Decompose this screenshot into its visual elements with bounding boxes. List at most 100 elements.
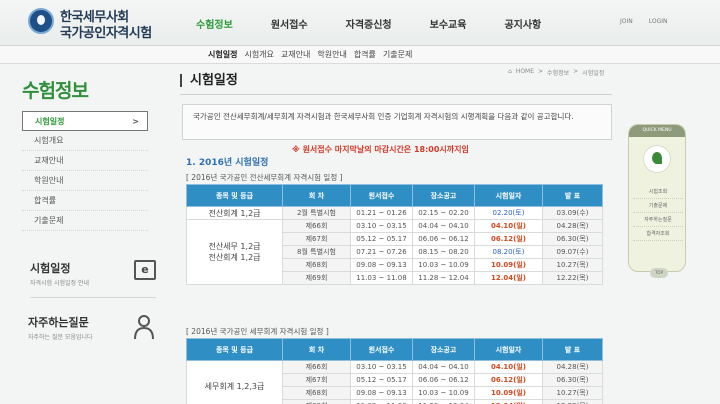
result-date-cell: 10.27(목) xyxy=(542,386,603,400)
breadcrumb-separator: > xyxy=(573,68,579,75)
scroll-top-button[interactable]: TOP xyxy=(650,268,668,278)
result-date-cell: 09.07(수) xyxy=(542,245,603,259)
nav-certificate[interactable]: 자격증신청 xyxy=(346,16,392,31)
util-links: JOIN LOGIN xyxy=(620,18,668,25)
table1-caption: [ 2016년 국가공인 전산세무회계 자격시험 일정 ] xyxy=(186,173,343,182)
nav-education[interactable]: 보수교육 xyxy=(430,16,467,31)
exam-category-cell: 세무회계 1,2,3급 xyxy=(186,360,283,404)
person-icon xyxy=(134,315,154,340)
column-header: 회 차 xyxy=(282,184,351,207)
venue-notice-cell: 06.06 ~ 06.12 xyxy=(412,373,475,387)
application-period-cell: 09.08 ~ 09.13 xyxy=(350,386,413,400)
exam-date-cell: 08.20(토) xyxy=(474,245,543,259)
subnav-pass-rate[interactable]: 합격률 xyxy=(354,49,376,60)
column-header: 회 차 xyxy=(282,338,351,361)
e-document-icon: e xyxy=(134,260,156,280)
result-date-cell: 04.28(목) xyxy=(542,360,603,374)
column-header: 종목 및 등급 xyxy=(186,184,283,207)
round-cell: 제69회 xyxy=(282,399,351,404)
venue-notice-cell: 06.06 ~ 06.12 xyxy=(412,232,475,246)
column-header: 발 표 xyxy=(542,184,603,207)
result-date-cell: 12.22(목) xyxy=(542,271,603,285)
result-date-cell: 06.30(목) xyxy=(542,232,603,246)
result-date-cell: 06.30(목) xyxy=(542,373,603,387)
deadline-warning: ※ 원서접수 마지막날의 마감시간은 18:00시까지임 xyxy=(292,145,469,154)
quick-link-past-exams[interactable]: 기출문제 xyxy=(633,199,683,213)
subnav-schedule[interactable]: 시험일정 xyxy=(208,49,237,60)
sidebar-title: 수험정보 xyxy=(22,80,89,102)
quick-menu-header: QUICK MENU xyxy=(629,125,685,137)
sidebar-menu: 시험일정 > 시험개요 교재안내 학원안내 합격률 기출문제 xyxy=(22,111,148,231)
round-cell: 2월 특별시험 xyxy=(282,206,351,220)
quick-link-faq[interactable]: 자주하는질문 xyxy=(633,213,683,227)
round-cell: 제68회 xyxy=(282,386,351,400)
breadcrumb-home[interactable]: HOME xyxy=(516,68,534,77)
quick-link-exam-lookup[interactable]: 시험조회 xyxy=(633,185,683,199)
exam-category-cell: 전산회계 1,2급 xyxy=(186,206,283,220)
subnav-overview[interactable]: 시험개요 xyxy=(244,49,273,60)
schedule-shortcut[interactable]: 시험일정 자격시험 시험일정 안내 e xyxy=(30,260,156,298)
nav-notice[interactable]: 공지사항 xyxy=(504,16,541,31)
schedule-table-computerized: 종목 및 등급 회 차 원서접수 장소공고 시험일자 발 표 전산회계 1,2급 2월 특별시… xyxy=(186,184,603,285)
round-cell: 제67회 xyxy=(282,232,351,246)
nav-exam-info[interactable]: 수험정보 xyxy=(196,16,233,31)
subnav-textbooks[interactable]: 교재안내 xyxy=(281,49,310,60)
venue-notice-cell: 02.15 ~ 02.20 xyxy=(412,206,475,220)
venue-notice-cell: 04.04 ~ 04.10 xyxy=(412,360,475,374)
table2-caption: [ 2016년 국가공인 세무회계 자격시험 일정 ] xyxy=(186,327,329,336)
column-header: 발 표 xyxy=(542,338,603,361)
sidebar-item-academies[interactable]: 학원안내 xyxy=(22,171,148,191)
breadcrumb: ⌂ HOME > 수험정보 > 시험일정 xyxy=(508,68,604,77)
schedule-table-tax-accounting: 종목 및 등급 회 차 원서접수 장소공고 시험일자 발 표 세무회계 1,2,3급 제66회… xyxy=(186,338,603,404)
table-row: 전산세무 1,2급 전산회계 1,2급 제66회 03.10 ~ 03.15 04.04… xyxy=(186,219,603,285)
column-header: 시험일자 xyxy=(474,338,543,361)
venue-notice-cell: 11.28 ~ 12.04 xyxy=(412,271,475,285)
sidebar-item-past-exams[interactable]: 기출문제 xyxy=(22,211,148,231)
leaf-mascot-icon xyxy=(643,145,671,173)
logo-subtitle[interactable]: 국가공인자격시험 xyxy=(60,22,152,41)
exam-date-cell: 12.04(일) xyxy=(474,271,543,285)
table-row: 세무회계 1,2,3급 제66회 03.10 ~ 03.15 04.04 ~ 04.1… xyxy=(186,360,603,404)
table-header-row: 종목 및 등급 회 차 원서접수 장소공고 시험일자 발 표 xyxy=(186,338,603,361)
sub-nav: 시험일정 시험개요 교재안내 학원안내 합격률 기출문제 xyxy=(0,46,720,64)
subnav-academies[interactable]: 학원안내 xyxy=(317,49,346,60)
nav-application[interactable]: 원서접수 xyxy=(271,16,308,31)
exam-date-cell: 10.09(일) xyxy=(474,258,543,272)
sidebar-item-schedule[interactable]: 시험일정 > xyxy=(22,111,148,131)
result-date-cell: 12.22(목) xyxy=(542,399,603,404)
application-period-cell: 01.21 ~ 01.26 xyxy=(350,206,413,220)
venue-notice-cell: 08.15 ~ 08.20 xyxy=(412,245,475,259)
sidebar-item-label: 교재안내 xyxy=(34,156,64,165)
join-link[interactable]: JOIN xyxy=(620,18,633,25)
announcement-box: 국가공인 전산세무회계/세무회계 자격시험과 한국세무사회 인증 기업회계 자격… xyxy=(182,104,612,140)
exam-date-cell: 10.09(일) xyxy=(474,386,543,400)
faq-shortcut[interactable]: 자주하는질문 자주하는 질문 모음입니다 xyxy=(28,314,158,354)
application-period-cell: 11.03 ~ 11.08 xyxy=(350,399,413,404)
breadcrumb-exam-info[interactable]: 수험정보 xyxy=(547,68,569,77)
subnav-past-exams[interactable]: 기출문제 xyxy=(383,49,412,60)
result-date-cell: 10.27(목) xyxy=(542,258,603,272)
sidebar-item-overview[interactable]: 시험개요 xyxy=(22,131,148,151)
round-cell: 제69회 xyxy=(282,271,351,285)
column-header: 원서접수 xyxy=(350,184,413,207)
round-cell: 8월 특별시험 xyxy=(282,245,351,259)
sidebar-item-pass-rate[interactable]: 합격률 xyxy=(22,191,148,211)
round-cell: 제66회 xyxy=(282,360,351,374)
sidebar-item-label: 학원안내 xyxy=(34,176,64,185)
quick-menu: QUICK MENU 시험조회 기출문제 자주하는질문 합격자조회 xyxy=(628,124,686,272)
table-header-row: 종목 및 등급 회 차 원서접수 장소공고 시험일자 발 표 xyxy=(186,184,603,207)
exam-date-cell: 12.04(일) xyxy=(474,399,543,404)
exam-date-cell: 04.10(일) xyxy=(474,360,543,374)
sidebar-item-label: 합격률 xyxy=(34,196,57,205)
column-header: 시험일자 xyxy=(474,184,543,207)
exam-date-cell: 06.12(일) xyxy=(474,373,543,387)
venue-notice-cell: 10.03 ~ 10.09 xyxy=(412,258,475,272)
sidebar-item-textbooks[interactable]: 교재안내 xyxy=(22,151,148,171)
venue-notice-cell: 10.03 ~ 10.09 xyxy=(412,386,475,400)
home-icon[interactable]: ⌂ xyxy=(508,68,512,77)
result-date-cell: 04.28(목) xyxy=(542,219,603,233)
quick-link-pass-lookup[interactable]: 합격자조회 xyxy=(633,227,683,241)
login-link[interactable]: LOGIN xyxy=(649,18,668,25)
table-row: 전산회계 1,2급 2월 특별시험 01.21 ~ 01.26 02.15 ~ 02.… xyxy=(186,206,603,220)
association-logo-icon[interactable] xyxy=(28,8,54,34)
